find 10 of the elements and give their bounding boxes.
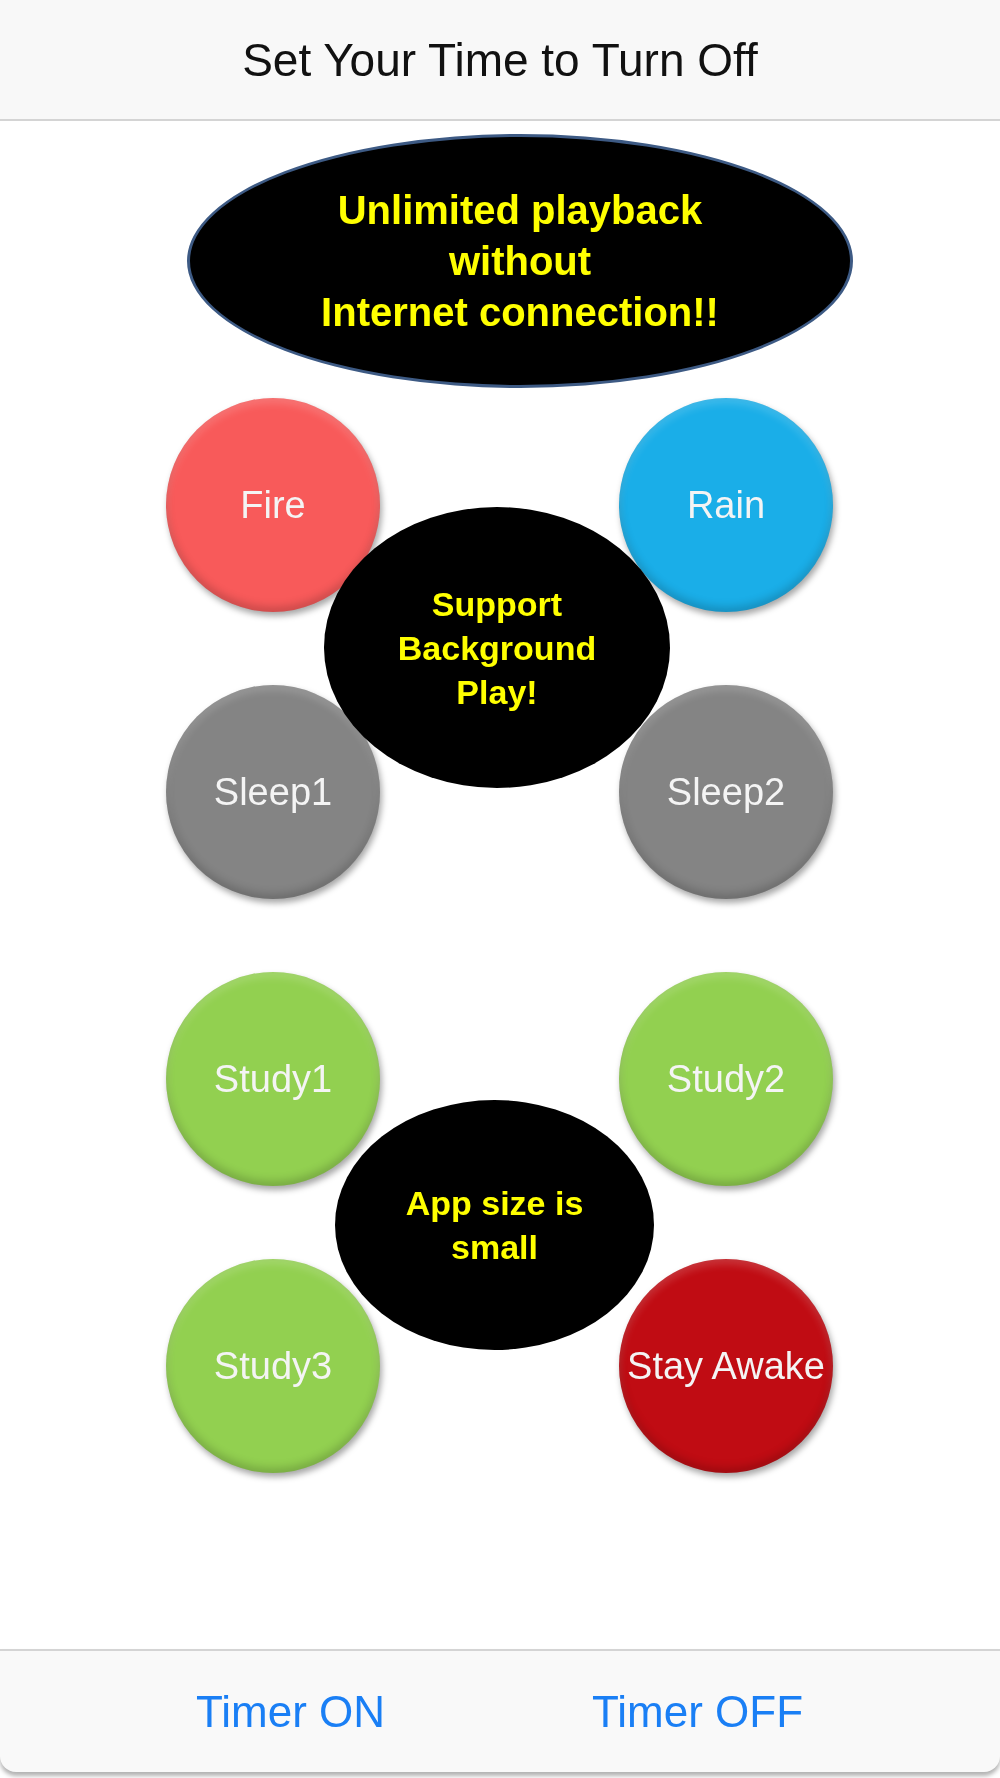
promo-bubble: Unlimited playback without Internet connection!! <box>187 134 853 388</box>
timer-button[interactable]: Timer OFF <box>592 1689 804 1734</box>
screen-title: Set Your Time to Turn Off <box>242 36 758 83</box>
sound-button[interactable]: Sleep1 <box>166 685 380 899</box>
sound-button[interactable]: Fire <box>166 398 380 612</box>
sound-button[interactable]: Sleep2 <box>619 685 833 899</box>
feature-bubble: App size is small <box>335 1100 654 1350</box>
sound-button[interactable]: Stay Awake <box>619 1259 833 1473</box>
timer-button[interactable]: Timer ON <box>196 1689 386 1734</box>
sound-button[interactable]: Rain <box>619 398 833 612</box>
